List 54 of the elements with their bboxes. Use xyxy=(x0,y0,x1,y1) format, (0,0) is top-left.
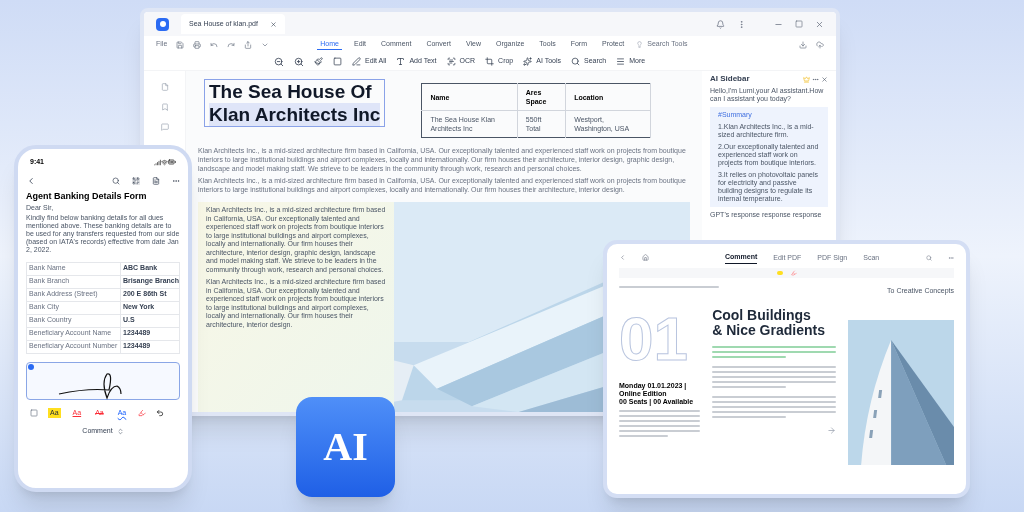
battery-icon xyxy=(168,158,176,167)
menu-icon[interactable] xyxy=(616,57,626,66)
search-icon[interactable] xyxy=(926,254,932,261)
sparkles-icon[interactable] xyxy=(523,57,533,66)
bookmark-icon[interactable] xyxy=(160,103,169,111)
toolbar-icon[interactable] xyxy=(176,40,185,49)
toolbar-icon[interactable] xyxy=(244,40,253,49)
pen-icon[interactable] xyxy=(138,408,147,417)
scan-icon[interactable] xyxy=(446,57,456,66)
maximize-icon[interactable] xyxy=(795,20,803,28)
text-icon[interactable] xyxy=(396,57,406,66)
sidebar-title: AI Sidebar xyxy=(710,75,751,83)
toolbar-icon[interactable] xyxy=(227,40,236,49)
crop-icon[interactable] xyxy=(485,57,495,66)
zoom-in-icon[interactable] xyxy=(294,56,304,67)
wifi-icon xyxy=(161,158,168,166)
shape-icon[interactable] xyxy=(333,57,342,66)
comment-icon[interactable] xyxy=(160,123,169,131)
document-icon[interactable] xyxy=(152,176,160,185)
brush-icon[interactable] xyxy=(314,57,323,66)
selection-handle-icon[interactable] xyxy=(28,363,34,370)
pen-icon[interactable] xyxy=(790,269,797,276)
undo-icon[interactable] xyxy=(156,408,165,417)
form-title: Agent Banking Details Form xyxy=(26,189,147,202)
more-icon[interactable] xyxy=(737,19,746,29)
up-down-icon[interactable] xyxy=(116,427,124,435)
lightbulb-icon xyxy=(636,41,644,48)
back-icon[interactable] xyxy=(619,254,626,262)
more-icon[interactable] xyxy=(948,254,954,261)
checkbox-icon[interactable] xyxy=(30,408,38,417)
download-icon[interactable] xyxy=(799,40,807,49)
app-logo-icon xyxy=(156,17,169,31)
bell-icon[interactable] xyxy=(716,19,725,29)
ai-badge: AI xyxy=(296,397,395,497)
zoom-out-icon[interactable] xyxy=(274,56,284,67)
signature-field[interactable] xyxy=(26,361,180,400)
toolbar-icon[interactable] xyxy=(193,40,202,49)
page-icon[interactable] xyxy=(160,83,169,91)
toolbar-icon[interactable] xyxy=(210,40,219,49)
close-icon[interactable] xyxy=(815,19,824,29)
issue-number: 01 xyxy=(619,308,688,370)
grid-icon[interactable] xyxy=(132,176,140,185)
article-title: Cool Buildings & Nice Gradients xyxy=(712,308,826,338)
upload-icon[interactable] xyxy=(816,40,824,49)
search-icon[interactable] xyxy=(112,176,120,185)
selected-heading[interactable]: The Sea House Of Klan Architects Inc xyxy=(204,79,386,127)
pen-icon[interactable] xyxy=(352,57,361,66)
home-icon[interactable] xyxy=(642,254,649,262)
signal-icon xyxy=(154,158,161,166)
close-icon[interactable] xyxy=(269,20,277,28)
close-icon[interactable] xyxy=(821,75,828,83)
search-icon[interactable] xyxy=(571,57,581,66)
next-arrow-icon[interactable] xyxy=(826,426,836,435)
back-icon[interactable] xyxy=(26,175,36,186)
